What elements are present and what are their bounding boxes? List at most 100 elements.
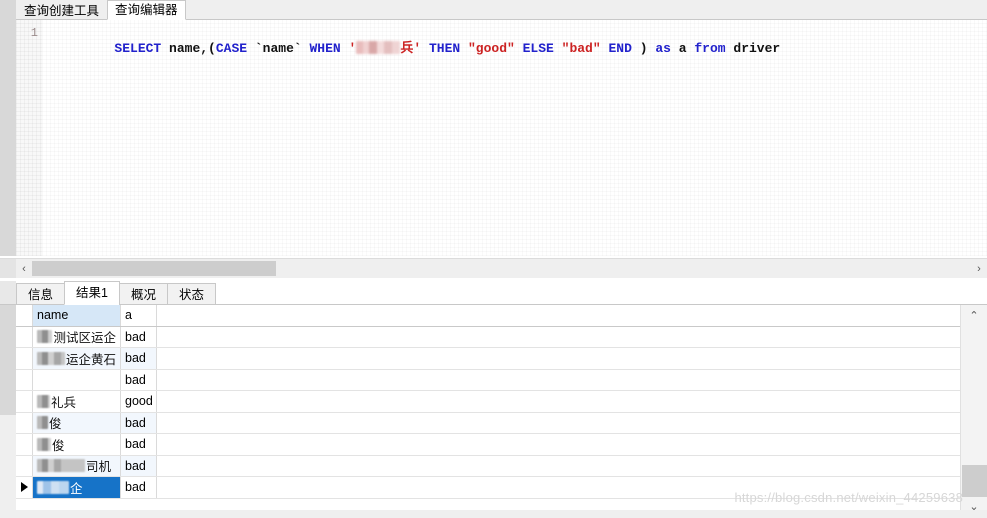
row-filler	[157, 348, 960, 369]
cell-name[interactable]	[33, 369, 121, 390]
row-indicator	[16, 412, 33, 433]
redaction-blur	[37, 480, 69, 494]
table-row-selected[interactable]: 企 bad	[16, 477, 960, 499]
row-indicator	[16, 391, 33, 412]
line-number-1: 1	[30, 26, 38, 40]
token-else: ELSE	[522, 41, 554, 56]
row-filler	[157, 370, 960, 391]
table-row[interactable]: 测试区运企 bad	[16, 326, 960, 348]
row-indicator	[16, 348, 33, 369]
row-filler	[157, 477, 960, 498]
table-row[interactable]: 运企黄石 bad	[16, 348, 960, 370]
window-bottom-strip	[0, 510, 987, 518]
grid-vertical-scrollbar[interactable]: ⌃ ⌄	[960, 305, 987, 518]
tab-status[interactable]: 状态	[166, 283, 216, 305]
tab-profile[interactable]: 概况	[118, 283, 168, 305]
window-left-gutter	[0, 0, 16, 20]
cell-a[interactable]: bad	[121, 477, 157, 498]
scroll-left-icon[interactable]: ‹	[16, 259, 32, 278]
row-indicator-current	[16, 477, 33, 498]
cell-name-text: 运企黄石	[65, 352, 116, 367]
table-row[interactable]: bad	[16, 369, 960, 391]
token-good-string: "good"	[468, 41, 515, 56]
token-end: END	[608, 41, 632, 56]
sql-editor[interactable]: 1 SELECT name,(CASE `name` WHEN ' 兵' THEN…	[0, 20, 987, 256]
grid-left-gutter-lower	[0, 415, 16, 518]
cell-name[interactable]: 运企黄石	[33, 348, 121, 369]
cell-name[interactable]: 俊	[33, 434, 121, 455]
cell-name-text: 礼兵	[51, 395, 77, 410]
code-area[interactable]: SELECT name,(CASE `name` WHEN ' 兵' THEN "…	[42, 20, 987, 256]
token-table-driver: driver	[733, 41, 781, 56]
token-as: as	[655, 41, 671, 56]
token-from: from	[694, 41, 726, 56]
result-tab-bar: 信息 结果1 概况 状态	[0, 281, 987, 305]
vscroll-thumb[interactable]	[962, 465, 987, 497]
hscroll-left-gutter	[0, 259, 16, 278]
tab-result-1[interactable]: 结果1	[64, 281, 120, 305]
grid-header-row: name a	[16, 305, 960, 327]
cell-name-text: 俊	[49, 417, 62, 432]
token-bad-string: "bad"	[561, 41, 601, 56]
cell-a[interactable]: good	[121, 391, 157, 412]
scroll-up-icon[interactable]: ⌃	[961, 307, 987, 323]
cell-name[interactable]: 俊	[33, 412, 121, 433]
redaction-blur	[37, 459, 85, 473]
cell-name[interactable]: 司机	[33, 455, 121, 476]
header-row-indicator	[16, 305, 33, 326]
row-indicator	[16, 434, 33, 455]
token-case: CASE	[215, 41, 248, 56]
cell-name[interactable]: 礼兵	[33, 391, 121, 412]
row-indicator	[16, 326, 33, 347]
cell-name-text: 企	[70, 481, 83, 496]
result-tabs-left-gutter	[0, 281, 16, 304]
tab-query-builder[interactable]: 查询创建工具	[16, 1, 108, 20]
token-then: THEN	[428, 41, 461, 56]
redaction-blur	[37, 351, 65, 365]
editor-left-gutter	[0, 20, 16, 256]
row-filler	[157, 456, 960, 477]
cell-a[interactable]: bad	[121, 455, 157, 476]
row-filler	[157, 434, 960, 455]
hscroll-thumb[interactable]	[32, 261, 276, 276]
table-row[interactable]: 礼兵 good	[16, 391, 960, 413]
header-filler	[157, 305, 960, 326]
line-number-column: 1	[16, 20, 42, 256]
tab-query-editor[interactable]: 查询编辑器	[107, 0, 186, 20]
query-editor-window: 查询创建工具 查询编辑器 1 SELECT name,(CASE `name` …	[0, 0, 987, 518]
sql-statement-line: SELECT name,(CASE `name` WHEN ' 兵' THEN "…	[114, 41, 781, 56]
redaction-blur	[37, 330, 53, 344]
cell-name-text: 测试区运企	[53, 331, 116, 346]
cell-a[interactable]: bad	[121, 412, 157, 433]
token-select: SELECT	[114, 41, 162, 56]
result-grid[interactable]: name a 测试区运企 bad 运企黄石 bad bad 礼兵 good 俊 …	[16, 305, 960, 518]
table-row[interactable]: 司机 bad	[16, 455, 960, 477]
cell-name-text: 司机	[86, 460, 112, 475]
cell-a[interactable]: bad	[121, 369, 157, 390]
redaction-blur	[37, 394, 50, 408]
row-filler	[157, 327, 960, 348]
row-indicator	[16, 455, 33, 476]
current-row-arrow-icon	[20, 482, 28, 493]
cell-a[interactable]: bad	[121, 434, 157, 455]
table-row[interactable]: 俊 bad	[16, 434, 960, 456]
redaction-blur	[37, 437, 51, 451]
scroll-right-icon[interactable]: ›	[971, 259, 987, 278]
top-tab-bar: 查询创建工具 查询编辑器	[0, 0, 987, 20]
cell-name-text: 俊	[52, 438, 65, 453]
column-header-a[interactable]: a	[121, 305, 157, 326]
result-tabs: 信息 结果1 概况 状态	[16, 281, 216, 305]
column-header-name[interactable]: name	[33, 305, 121, 326]
row-filler	[157, 391, 960, 412]
redaction-blur	[356, 41, 401, 54]
row-filler	[157, 413, 960, 434]
tab-info[interactable]: 信息	[16, 283, 66, 305]
row-indicator	[16, 369, 33, 390]
cell-name[interactable]: 测试区运企	[33, 326, 121, 347]
editor-horizontal-scrollbar[interactable]: ‹ ›	[0, 258, 987, 278]
cell-a[interactable]: bad	[121, 326, 157, 347]
token-when: WHEN	[309, 41, 341, 56]
cell-name[interactable]: 企	[33, 477, 121, 498]
table-row[interactable]: 俊 bad	[16, 412, 960, 434]
cell-a[interactable]: bad	[121, 348, 157, 369]
